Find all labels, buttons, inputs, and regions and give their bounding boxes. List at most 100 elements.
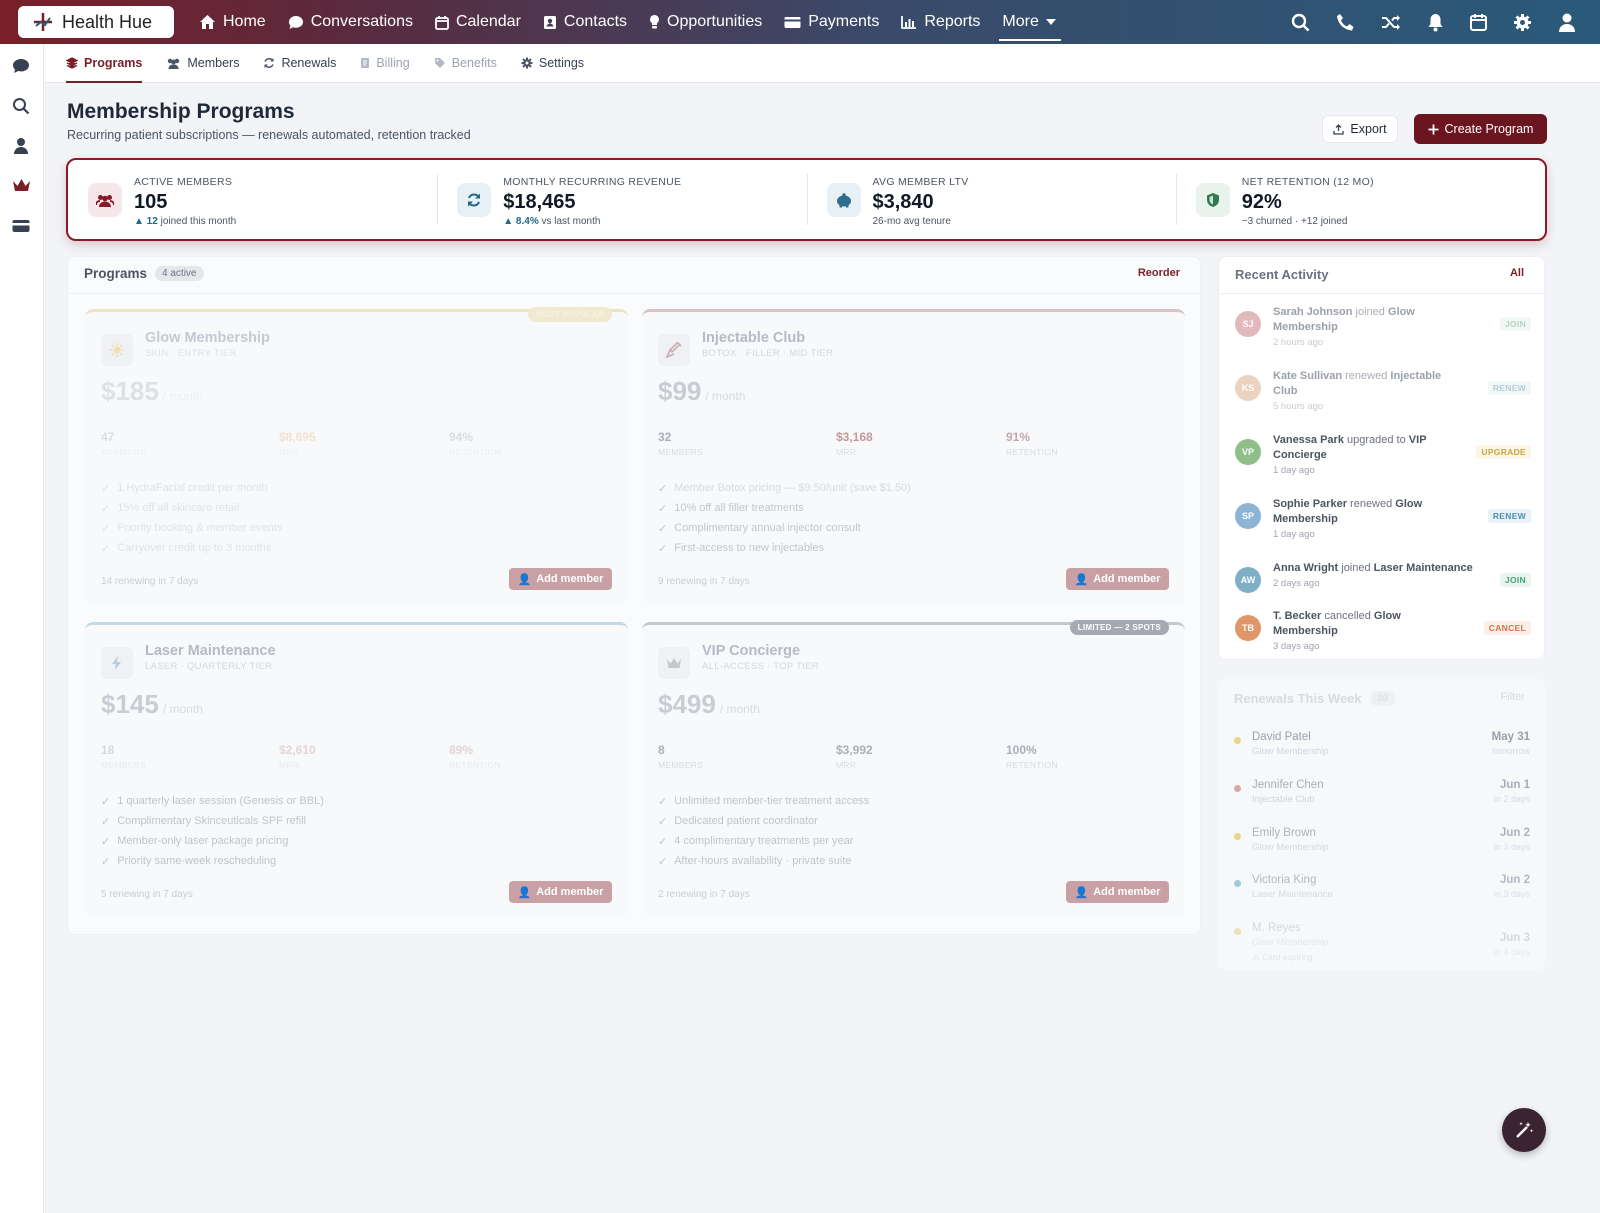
check-icon: ✓ (658, 522, 668, 535)
tab-billing[interactable]: Billing (360, 44, 410, 83)
stat-label: MEMBERS (658, 760, 704, 770)
activity-text: Kate Sullivan renewed Injectable Club 5 h… (1273, 369, 1463, 414)
feature-item: ✓ 15% off all skincare retail (101, 498, 282, 518)
activity-time: 2 days ago (1273, 578, 1320, 589)
program-card-injectable[interactable]: Injectable Club BOTOX · FILLER · MID TIE… (642, 309, 1185, 605)
user-icon[interactable] (1558, 13, 1576, 32)
magic-wand-button[interactable] (1502, 1108, 1546, 1152)
nav-conversations[interactable]: Conversations (277, 0, 424, 44)
activity-time: 5 hours ago (1273, 401, 1324, 412)
nav-payments[interactable]: Payments (773, 0, 890, 44)
tab-members[interactable]: Members (166, 44, 239, 83)
tab-benefits[interactable]: Benefits (434, 44, 497, 83)
activity-text: T. Becker cancelled Glow Membership 3 day… (1273, 609, 1463, 654)
add-member-button[interactable]: 👤 Add member (1066, 568, 1169, 590)
stat-value: 100% (1006, 743, 1037, 757)
feature-item: ✓ Complimentary Skinceuticals SPF refill (101, 811, 324, 831)
renewal-date: Jun 2 (1499, 827, 1530, 839)
card-rail-icon[interactable] (12, 219, 30, 233)
gear-icon[interactable] (1513, 13, 1532, 32)
add-member-label: Add member (1093, 573, 1161, 585)
add-member-button[interactable]: 👤 Add member (509, 568, 612, 590)
stat-value: $8,695 (279, 430, 316, 444)
stat-label: MRR (279, 760, 300, 770)
nav-contacts[interactable]: Contacts (532, 0, 638, 44)
avatar: TB (1235, 615, 1261, 641)
check-icon: ✓ (658, 795, 668, 808)
reorder-link[interactable]: Reorder (1138, 267, 1180, 279)
tab-renewals[interactable]: Renewals (263, 44, 336, 83)
stat-label: RETENTION (1006, 447, 1058, 457)
nav-home-label: Home (223, 13, 266, 30)
kpi-delta: 26-mo avg tenure (873, 216, 969, 227)
kpi-strip: ACTIVE MEMBERS 105 ▲ 12 joined this mont… (66, 158, 1547, 241)
stat-label: MEMBERS (658, 447, 704, 457)
shuffle-icon[interactable] (1381, 14, 1401, 31)
price-period: / month (162, 389, 203, 403)
add-member-button[interactable]: 👤 Add member (1066, 881, 1169, 903)
feature-text: Priority booking & member events (117, 522, 283, 534)
stat-label: MRR (836, 760, 857, 770)
create-program-button[interactable]: Create Program (1414, 114, 1547, 144)
search-rail-icon[interactable] (12, 97, 30, 115)
tab-programs[interactable]: Programs (66, 44, 143, 83)
feature-text: Complimentary annual injector consult (674, 522, 861, 534)
program-name: Injectable Club (702, 330, 806, 346)
program-price: $145/ month (101, 689, 203, 720)
renewal-name: Emily Brown (1252, 827, 1316, 839)
stat-mrr: $3,168 MRR (836, 430, 873, 457)
layers-icon (66, 57, 78, 69)
feature-text: 10% off all filler treatments (674, 502, 804, 514)
nav-more[interactable]: More (991, 0, 1066, 44)
page-subtitle: Recurring patient subscriptions — renewa… (67, 128, 471, 142)
piggy-bank-icon (826, 183, 861, 217)
renewals-filter-link[interactable]: Filter (1501, 691, 1525, 703)
stat-members: 8 MEMBERS (658, 743, 703, 770)
activity-text: Sophie Parker renewed Glow Membership 1 d… (1273, 497, 1463, 542)
nav-reports[interactable]: Reports (890, 0, 991, 44)
program-card-glow[interactable]: MOST POPULAR Glow Membership SKIN · ENTR… (85, 307, 628, 605)
activity-all-link[interactable]: All (1510, 267, 1524, 279)
program-dot (1234, 785, 1241, 792)
feature-text: 1 HydraFacial credit per month (117, 482, 268, 494)
activity-verb: cancelled (1321, 610, 1374, 622)
kpi-delta: ▲ 8.4% vs last month (503, 216, 681, 227)
tab-settings-label: Settings (538, 56, 585, 70)
stat-members: 32 MEMBERS (658, 430, 703, 457)
phone-icon[interactable] (1336, 13, 1355, 32)
avatar: KS (1235, 375, 1261, 401)
export-button[interactable]: Export (1322, 115, 1398, 143)
brand-logo[interactable]: Health Hue (18, 6, 174, 38)
bell-icon[interactable] (1427, 13, 1444, 32)
renewal-name: Victoria King (1252, 874, 1317, 886)
activity-verb: renewed (1342, 370, 1391, 382)
program-card-vip[interactable]: LIMITED — 2 SPOTS VIP Concierge ALL-ACCE… (642, 620, 1185, 918)
price-period: / month (162, 702, 203, 716)
program-card-laser[interactable]: Laser Maintenance LASER · QUARTERLY TIER… (85, 622, 628, 918)
tab-settings[interactable]: Settings (521, 44, 584, 83)
crown-rail-icon[interactable] (12, 178, 31, 193)
activity-tag: RENEW (1487, 509, 1531, 523)
programs-header: Programs 4 active (84, 266, 204, 281)
search-icon[interactable] (1291, 13, 1310, 32)
crown-icon (658, 647, 690, 679)
home-icon (200, 15, 215, 29)
nav-opportunities[interactable]: Opportunities (638, 0, 773, 44)
check-icon: ✓ (101, 482, 111, 495)
check-icon: ✓ (658, 542, 668, 555)
add-member-label: Add member (536, 573, 604, 585)
calendar-action-icon[interactable] (1470, 13, 1487, 31)
brand-name: Health Hue (62, 11, 153, 32)
nav-calendar[interactable]: Calendar (424, 0, 532, 44)
nav-payments-label: Payments (808, 13, 880, 30)
chat-rail-icon[interactable] (12, 58, 30, 74)
add-member-label: Add member (1093, 886, 1161, 898)
nav-home[interactable]: Home (188, 0, 277, 44)
price-value: $99 (658, 376, 702, 406)
check-icon: ✓ (101, 502, 111, 515)
price-value: $145 (101, 689, 159, 719)
card-expiring-note: ⚠ Card expiring (1252, 952, 1313, 962)
renewal-when: in 2 days (1493, 794, 1530, 804)
person-rail-icon[interactable] (12, 137, 30, 155)
add-member-button[interactable]: 👤 Add member (509, 881, 612, 903)
